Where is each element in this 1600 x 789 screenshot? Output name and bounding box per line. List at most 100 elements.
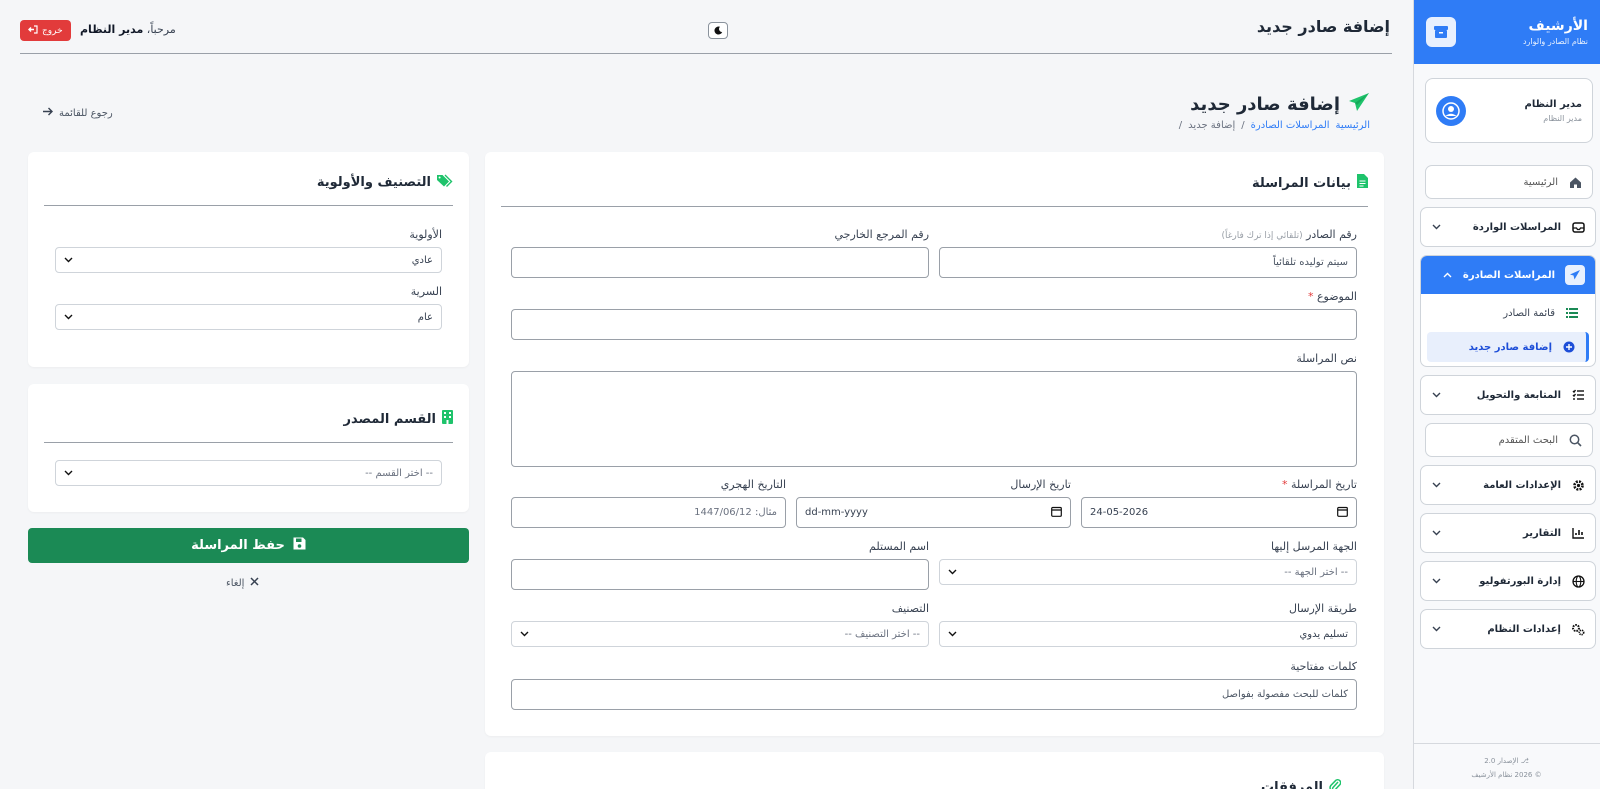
hijri-date-field: التاريخ الهجري مثال: 1447/06/12: [511, 478, 786, 528]
calendar-icon[interactable]: [1051, 506, 1062, 520]
logout-label: خروج: [42, 25, 63, 36]
save-message-button[interactable]: حفظ المراسلة: [28, 528, 469, 563]
brand-subtitle: نظام الصادر والوارد: [1522, 37, 1588, 46]
body-textarea[interactable]: [511, 371, 1357, 467]
chevron-down-icon: [1431, 480, 1441, 490]
send-date-input[interactable]: dd-mm-yyyy: [796, 497, 1071, 528]
building-icon: [442, 410, 453, 428]
card-title: التصنيف والأولوية: [44, 174, 453, 206]
required-marker: *: [1307, 290, 1314, 303]
recipient-field: الجهة المرسل إليها -- اختر الجهة --: [939, 540, 1357, 585]
breadcrumb-current: إضافة جديد: [1188, 120, 1236, 131]
save-label: حفظ المراسلة: [191, 538, 285, 553]
sidebar-item-label: إعدادات النظام: [1487, 623, 1561, 635]
hijri-date-label: التاريخ الهجري: [720, 478, 786, 491]
sidebar-group-outgoing: المراسلات الصادرة قائمة الصادر إضافة صاد…: [1420, 255, 1596, 367]
recipient-label: الجهة المرسل إليها: [1270, 540, 1357, 553]
sidebar-item-label: إدارة البورتفوليو: [1479, 575, 1561, 587]
sidebar-item-label: المتابعة والتحويل: [1476, 389, 1561, 401]
chevron-up-icon: [1443, 270, 1453, 280]
brand-text: الأرشيف نظام الصادر والوارد: [1466, 18, 1588, 46]
calendar-icon[interactable]: [1337, 506, 1348, 520]
save-icon: [293, 537, 306, 554]
recipient-select[interactable]: -- اختر الجهة --: [939, 559, 1357, 585]
sidebar-item-home[interactable]: الرئيسية: [1425, 165, 1593, 199]
classification-select[interactable]: -- اختر التصنيف --: [511, 621, 929, 647]
list-icon: [1565, 306, 1579, 320]
external-ref-input[interactable]: [511, 247, 929, 278]
brand-header: الأرشيف نظام الصادر والوارد: [1414, 0, 1600, 64]
sidebar-item-followup[interactable]: المتابعة والتحويل: [1420, 375, 1596, 415]
breadcrumb-home[interactable]: الرئيسية: [1336, 120, 1370, 131]
file-icon: [1357, 174, 1368, 192]
profile-role: مدير النظام: [1543, 113, 1582, 123]
message-date-label-text: تاريخ المراسلة: [1290, 478, 1357, 491]
sidebar-item-reports[interactable]: التقارير: [1420, 513, 1596, 553]
paper-plane-icon: [1348, 92, 1370, 117]
page-title-text: إضافة صادر جديد: [1190, 94, 1340, 115]
outgoing-number-input[interactable]: سيتم توليده تلقائياً: [939, 247, 1357, 278]
outgoing-number-label-text: رقم الصادر: [1306, 228, 1357, 241]
send-date-field: تاريخ الإرسال dd-mm-yyyy: [796, 478, 1071, 528]
user-profile-card[interactable]: مدير النظام مدير النظام: [1425, 78, 1593, 143]
arrow-right-icon: [42, 107, 53, 119]
required-marker: *: [1281, 478, 1288, 491]
user-avatar-icon: [1436, 95, 1466, 126]
back-to-list-link[interactable]: رجوع للقائمة: [42, 107, 113, 119]
recipient-selected: -- اختر الجهة --: [1284, 566, 1348, 578]
keywords-field: كلمات مفتاحية كلمات للبحث مفصولة بفواصل: [511, 660, 1357, 710]
brand-title: الأرشيف: [1528, 18, 1588, 34]
keywords-input[interactable]: كلمات للبحث مفصولة بفواصل: [511, 679, 1357, 710]
cancel-label: إلغاء: [226, 577, 245, 589]
department-select[interactable]: -- اختر القسم --: [55, 460, 442, 486]
keywords-label: كلمات مفتاحية: [1290, 660, 1357, 673]
cancel-link[interactable]: إلغاء: [226, 577, 259, 589]
card-title-text: التصنيف والأولوية: [316, 175, 431, 190]
logout-button[interactable]: خروج: [20, 20, 71, 41]
chevron-down-icon: [520, 629, 529, 640]
sidebar-subitem-outgoing-list[interactable]: قائمة الصادر: [1427, 298, 1589, 328]
breadcrumb-separator: /: [1178, 120, 1183, 131]
version-text: ⎇ الإصدار 2.0: [1413, 754, 1600, 768]
sidebar-item-system-settings[interactable]: إعدادات النظام: [1420, 609, 1596, 649]
version-label: الإصدار 2.0: [1484, 757, 1519, 765]
receiver-name-input[interactable]: [511, 559, 929, 590]
subject-label: الموضوع *: [511, 290, 1357, 303]
secrecy-select[interactable]: عام: [55, 304, 442, 330]
secrecy-selected: عام: [417, 311, 433, 323]
sidebar-item-search[interactable]: البحث المتقدم: [1425, 423, 1593, 457]
secrecy-field: السرية عام: [55, 285, 442, 330]
subject-input[interactable]: [511, 309, 1357, 340]
attachments-card: المرفقات: [485, 752, 1384, 789]
dark-mode-toggle[interactable]: [708, 22, 728, 39]
breadcrumb-outgoing[interactable]: المراسلات الصادرة: [1251, 120, 1330, 131]
hijri-date-input[interactable]: مثال: 1447/06/12: [511, 497, 786, 528]
outgoing-number-placeholder: سيتم توليده تلقائياً: [1273, 257, 1348, 268]
send-method-selected: تسليم يدوي: [1299, 628, 1348, 640]
body-label: نص المراسلة: [1296, 352, 1357, 365]
receiver-name-label: اسم المستلم: [869, 540, 929, 553]
priority-select[interactable]: عادي: [55, 247, 442, 273]
send-date-value: dd-mm-yyyy: [805, 507, 868, 518]
sidebar-item-label: الإعدادات العامة: [1483, 479, 1561, 491]
page-title: إضافة صادر جديد: [1190, 92, 1370, 117]
priority-label: الأولوية: [409, 228, 442, 241]
send-method-select[interactable]: تسليم يدوي: [939, 621, 1357, 647]
sidebar-item-incoming[interactable]: المراسلات الواردة: [1420, 207, 1596, 247]
welcome-user-name: مدير النظام: [80, 23, 144, 36]
message-date-input[interactable]: 24-05-2026: [1081, 497, 1357, 528]
sidebar-nav: الرئيسية المراسلات الواردة المراسلات الص…: [1414, 165, 1600, 649]
moon-icon: [713, 24, 723, 38]
chevron-down-icon: [64, 312, 73, 323]
chevron-down-icon: [948, 629, 957, 640]
sidebar-item-general-settings[interactable]: الإعدادات العامة: [1420, 465, 1596, 505]
sidebar-item-portfolio[interactable]: إدارة البورتفوليو: [1420, 561, 1596, 601]
back-label: رجوع للقائمة: [59, 107, 113, 119]
gear-icon: [1571, 478, 1585, 492]
chevron-down-icon: [64, 255, 73, 266]
sidebar-subitem-outgoing-add[interactable]: إضافة صادر جديد: [1427, 332, 1589, 362]
sidebar-item-label: الرئيسية: [1523, 176, 1558, 188]
sidebar-item-outgoing[interactable]: المراسلات الصادرة: [1421, 256, 1595, 294]
body-field: نص المراسلة: [511, 352, 1357, 467]
topbar-title: إضافة صادر جديد: [1256, 17, 1390, 36]
